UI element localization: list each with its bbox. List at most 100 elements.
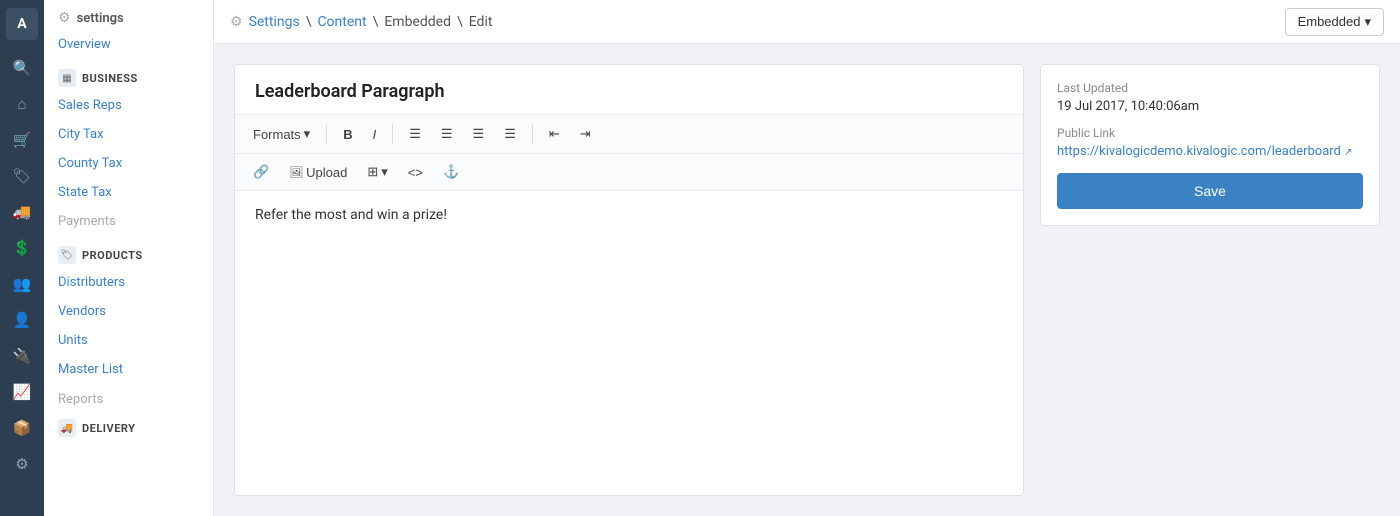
reports-divider: Reports xyxy=(44,384,213,409)
align-justify-button[interactable]: ☰ xyxy=(496,121,524,147)
sidebar-item-distributers[interactable]: Distributers xyxy=(44,268,213,297)
products-icon: 🏷 xyxy=(58,246,76,264)
truck-nav-icon[interactable]: 🚚 xyxy=(4,196,40,228)
align-right-button[interactable]: ☰ xyxy=(465,121,493,147)
align-left-icon: ☰ xyxy=(409,126,421,142)
editor-title: Leaderboard Paragraph xyxy=(235,65,1023,114)
topbar-right: Embedded ▾ xyxy=(1285,8,1384,36)
editor-panel: Leaderboard Paragraph Formats ▾ B I ☰ xyxy=(234,64,1024,496)
breadcrumb-sep1: \ xyxy=(306,14,312,30)
sidebar-item-vendors[interactable]: Vendors xyxy=(44,297,213,326)
external-link-icon: ↗ xyxy=(1344,147,1352,158)
editor-toolbar-row2: 🔗 🖼 Upload ⊞ ▾ <> ⚓ xyxy=(235,154,1023,191)
sidebar-item-sales-reps[interactable]: Sales Reps xyxy=(44,91,213,120)
align-right-icon: ☰ xyxy=(473,126,485,142)
breadcrumb-sep2: \ xyxy=(373,14,379,30)
toolbar-sep1 xyxy=(326,124,327,144)
align-center-icon: ☰ xyxy=(441,126,453,142)
people-nav-icon[interactable]: 👥 xyxy=(4,268,40,300)
delivery-section-title: DELIVERY xyxy=(82,422,135,435)
settings-nav-label: settings xyxy=(77,11,124,26)
page-area: Leaderboard Paragraph Formats ▾ B I ☰ xyxy=(214,44,1400,516)
breadcrumb: ⚙ Settings \ Content \ Embedded \ Edit xyxy=(230,14,492,30)
sidebar-item-master-list[interactable]: Master List xyxy=(44,355,213,384)
products-section-header: 🏷 PRODUCTS xyxy=(44,236,213,268)
delivery-nav-icon[interactable]: 📦 xyxy=(4,412,40,444)
align-center-button[interactable]: ☰ xyxy=(433,121,461,147)
last-updated-value: 19 Jul 2017, 10:40:06am xyxy=(1057,99,1363,114)
public-link-container: https://kivalogicdemo.kivalogic.com/lead… xyxy=(1057,144,1363,159)
embedded-btn-label: Embedded xyxy=(1298,14,1361,29)
side-panel: Last Updated 19 Jul 2017, 10:40:06am Pub… xyxy=(1040,64,1380,496)
formats-dropdown-button[interactable]: Formats ▾ xyxy=(245,121,318,147)
breadcrumb-embedded: Embedded xyxy=(384,14,451,30)
italic-button[interactable]: I xyxy=(365,122,385,147)
home-nav-icon[interactable]: ⌂ xyxy=(4,88,40,120)
settings-gear-icon: ⚙ xyxy=(58,10,71,26)
indent-left-button[interactable]: ⇤ xyxy=(541,121,568,147)
editor-toolbar: Formats ▾ B I ☰ ☰ ☰ xyxy=(235,114,1023,154)
editor-body-text: Refer the most and win a prize! xyxy=(255,207,447,223)
delivery-icon: 🚚 xyxy=(58,419,76,437)
icon-sidebar: A 🔍 ⌂ 🛒 🏷 🚚 💲 👥 👤 🔌 📈 📦 ⚙ xyxy=(0,0,44,516)
anchor-button[interactable]: ⚓ xyxy=(435,159,467,185)
toolbar-sep3 xyxy=(532,124,533,144)
breadcrumb-settings-link[interactable]: Settings xyxy=(249,14,300,30)
public-link-text: https://kivalogicdemo.kivalogic.com/lead… xyxy=(1057,144,1341,159)
breadcrumb-sep3: \ xyxy=(457,14,463,30)
chevron-down-icon: ▾ xyxy=(1364,14,1371,30)
users-nav-icon[interactable]: 👤 xyxy=(4,304,40,336)
anchor-icon: ⚓ xyxy=(443,164,459,180)
code-icon: <> xyxy=(408,165,423,180)
indent-right-button[interactable]: ⇥ xyxy=(572,121,599,147)
settings-nav-icon[interactable]: ⚙ xyxy=(4,448,40,480)
upload-label: Upload xyxy=(306,165,347,180)
indent-left-icon: ⇤ xyxy=(549,126,560,142)
tag-nav-icon[interactable]: 🏷 xyxy=(4,160,40,192)
sidebar-item-payments[interactable]: Payments xyxy=(44,207,213,236)
chart-nav-icon[interactable]: 📈 xyxy=(4,376,40,408)
topbar: ⚙ Settings \ Content \ Embedded \ Edit E… xyxy=(214,0,1400,44)
main-content: ⚙ Settings \ Content \ Embedded \ Edit E… xyxy=(214,0,1400,516)
search-nav-icon[interactable]: 🔍 xyxy=(4,52,40,84)
editor-body[interactable]: Refer the most and win a prize! xyxy=(235,191,1023,495)
business-section-header: ▦ BUSINESS xyxy=(44,59,213,91)
public-link[interactable]: https://kivalogicdemo.kivalogic.com/lead… xyxy=(1057,144,1353,159)
align-left-button[interactable]: ☰ xyxy=(401,121,429,147)
last-updated-label: Last Updated xyxy=(1057,81,1363,95)
table-icon: ⊞ xyxy=(367,164,378,180)
formats-label: Formats xyxy=(253,127,301,142)
table-arrow: ▾ xyxy=(381,164,388,180)
sidebar-item-county-tax[interactable]: County Tax xyxy=(44,149,213,178)
code-button[interactable]: <> xyxy=(400,160,431,185)
delivery-section-header: 🚚 DELIVERY xyxy=(44,409,213,441)
save-button[interactable]: Save xyxy=(1057,173,1363,209)
left-nav: ⚙ settings Overview ▦ BUSINESS Sales Rep… xyxy=(44,0,214,516)
italic-icon: I xyxy=(373,127,377,142)
sidebar-item-city-tax[interactable]: City Tax xyxy=(44,120,213,149)
link-icon: 🔗 xyxy=(253,164,269,180)
image-icon: 🖼 xyxy=(289,166,303,179)
sidebar-item-overview[interactable]: Overview xyxy=(44,30,213,59)
business-section-title: BUSINESS xyxy=(82,72,138,85)
sidebar-item-reports[interactable]: Reports xyxy=(58,392,199,407)
link-button[interactable]: 🔗 xyxy=(245,159,277,185)
orders-nav-icon[interactable]: 🛒 xyxy=(4,124,40,156)
breadcrumb-gear-icon: ⚙ xyxy=(230,14,243,30)
embedded-dropdown-button[interactable]: Embedded ▾ xyxy=(1285,8,1384,36)
sidebar-item-units[interactable]: Units xyxy=(44,326,213,355)
breadcrumb-content-link[interactable]: Content xyxy=(317,14,366,30)
formats-arrow-icon: ▾ xyxy=(304,126,311,142)
bold-icon: B xyxy=(343,127,352,142)
public-link-label: Public Link xyxy=(1057,126,1363,140)
indent-right-icon: ⇥ xyxy=(580,126,591,142)
table-button[interactable]: ⊞ ▾ xyxy=(359,159,395,185)
dollar-nav-icon[interactable]: 💲 xyxy=(4,232,40,264)
align-justify-icon: ☰ xyxy=(504,126,516,142)
breadcrumb-edit: Edit xyxy=(469,14,493,30)
upload-button[interactable]: 🖼 Upload xyxy=(281,160,355,185)
sidebar-item-state-tax[interactable]: State Tax xyxy=(44,178,213,207)
app-logo: A xyxy=(6,8,38,40)
bold-button[interactable]: B xyxy=(335,122,360,147)
puzzle-nav-icon[interactable]: 🔌 xyxy=(4,340,40,372)
